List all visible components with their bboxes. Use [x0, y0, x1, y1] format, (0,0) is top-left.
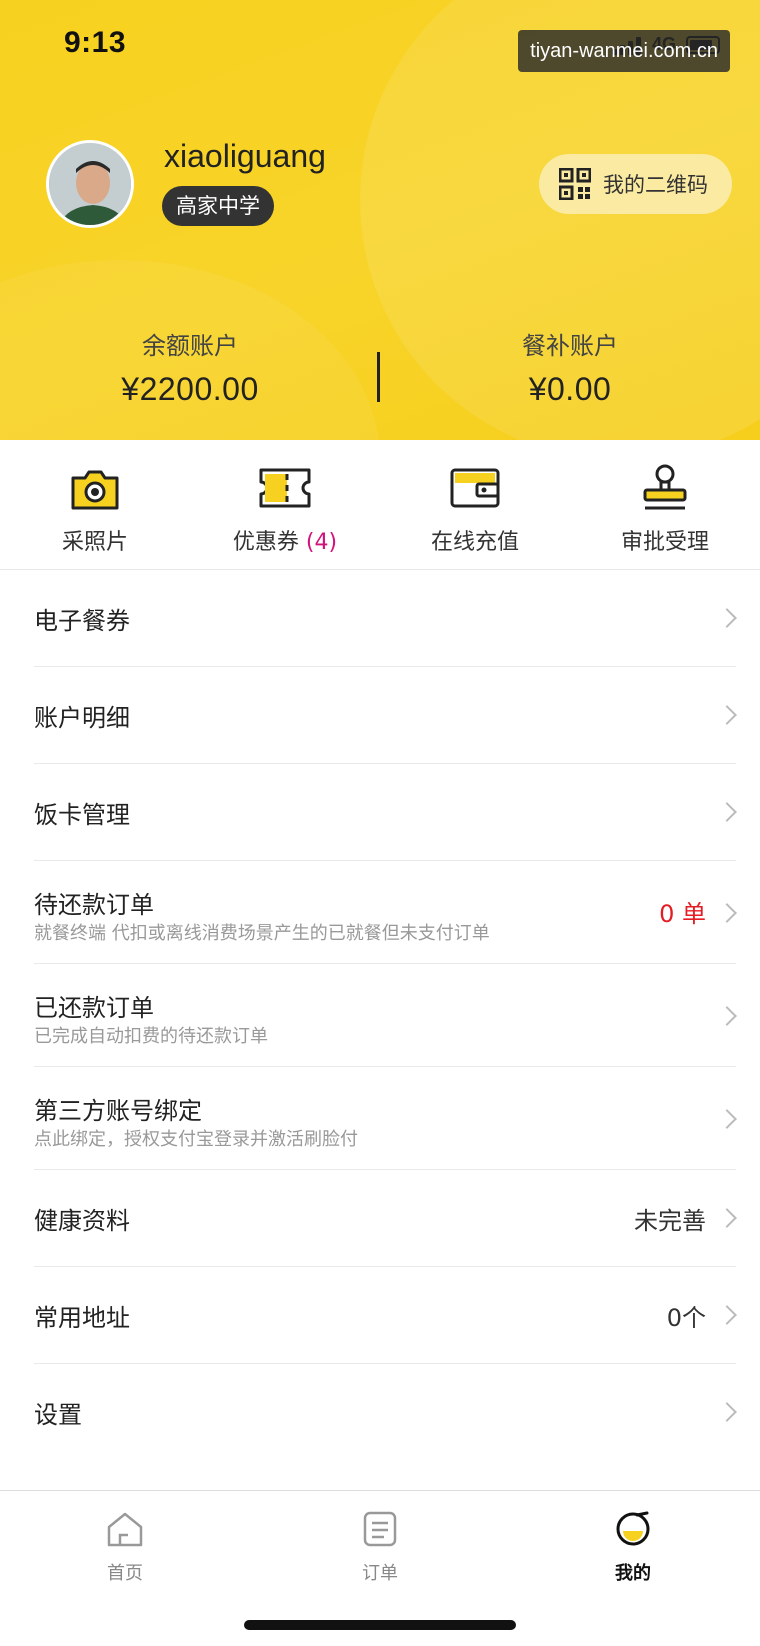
- pending-order-count: 0 单: [659, 900, 706, 928]
- menu-item-title: 电子餐券: [34, 607, 130, 635]
- tab-orders-label: 订单: [362, 1563, 398, 1584]
- chevron-right-icon: [717, 1109, 737, 1129]
- chevron-right-icon: [717, 1006, 737, 1026]
- menu-item-pending-repayment[interactable]: 待还款订单 就餐终端 代扣或离线消费场景产生的已就餐但未支付订单 0 单: [34, 861, 737, 964]
- menu-item-subtitle: 已完成自动扣费的待还款订单: [34, 1026, 268, 1047]
- mine-icon: [616, 1511, 650, 1546]
- qrcode-icon: [559, 168, 591, 200]
- chevron-right-icon: [717, 1208, 737, 1228]
- menu-list: 电子餐券 账户明细 饭卡管理 待还款订单 就餐终端 代扣或离线消费场景产生的已就…: [0, 570, 760, 1461]
- watermark: tiyan-wanmei.com.cn: [518, 30, 730, 72]
- ticket-icon: [259, 468, 311, 508]
- menu-item-third-party-binding[interactable]: 第三方账号绑定 点此绑定，授权支付宝登录并激活刷脸付: [34, 1067, 737, 1170]
- menu-item-health-profile[interactable]: 健康资料 未完善: [34, 1170, 737, 1267]
- balance-account[interactable]: 余额账户 ¥2200.00: [0, 326, 380, 408]
- menu-item-title: 饭卡管理: [34, 801, 130, 829]
- action-photo-label: 采照片: [61, 530, 128, 555]
- meal-subsidy-label: 餐补账户: [522, 332, 618, 360]
- menu-item-title: 常用地址: [34, 1304, 130, 1332]
- health-profile-status: 未完善: [634, 1207, 706, 1235]
- coupons-label-text: 优惠券: [232, 530, 299, 555]
- my-qrcode-label: 我的二维码: [603, 173, 708, 197]
- coupons-count: (4): [305, 530, 338, 555]
- avatar[interactable]: [46, 140, 134, 228]
- balance-summary: 余额账户 ¥2200.00 餐补账户 ¥0.00: [0, 326, 760, 416]
- home-icon: [107, 1512, 143, 1547]
- chevron-right-icon: [717, 608, 737, 628]
- menu-item-title: 设置: [34, 1401, 82, 1429]
- menu-item-subtitle: 点此绑定，授权支付宝登录并激活刷脸付: [34, 1129, 358, 1150]
- chevron-right-icon: [717, 903, 737, 923]
- quick-actions: 采照片 优惠券 (4) 在线充值 审批受理: [0, 440, 760, 570]
- menu-item-title: 第三方账号绑定: [34, 1097, 202, 1125]
- tab-orders[interactable]: 订单: [310, 1509, 450, 1585]
- action-approval[interactable]: 审批受理: [570, 440, 760, 569]
- chevron-right-icon: [717, 705, 737, 725]
- menu-item-title: 待还款订单: [34, 891, 154, 919]
- menu-item-title: 账户明细: [34, 704, 130, 732]
- menu-item-addresses[interactable]: 常用地址 0个: [34, 1267, 737, 1364]
- school-badge: 高家中学: [162, 186, 274, 226]
- tab-home[interactable]: 首页: [55, 1509, 195, 1585]
- menu-item-settings[interactable]: 设置: [34, 1364, 737, 1461]
- chevron-right-icon: [717, 1402, 737, 1422]
- stamp-icon: [643, 464, 687, 510]
- menu-item-meal-card[interactable]: 饭卡管理: [34, 764, 737, 861]
- camera-icon: [71, 470, 119, 510]
- menu-item-subtitle: 就餐终端 代扣或离线消费场景产生的已就餐但未支付订单: [34, 923, 490, 944]
- menu-item-repaid-orders[interactable]: 已还款订单 已完成自动扣费的待还款订单: [34, 964, 737, 1067]
- menu-item-title: 已还款订单: [34, 994, 154, 1022]
- tab-home-label: 首页: [107, 1563, 143, 1584]
- menu-item-e-meal-voucher[interactable]: 电子餐券: [34, 570, 737, 667]
- avatar-photo-icon: [49, 143, 131, 225]
- balance-account-value: ¥2200.00: [121, 371, 259, 407]
- my-qrcode-button[interactable]: 我的二维码: [539, 154, 732, 214]
- address-count: 0个: [666, 1304, 706, 1332]
- orders-icon: [363, 1511, 397, 1547]
- home-indicator[interactable]: [244, 1620, 516, 1630]
- meal-subsidy-value: ¥0.00: [528, 371, 612, 407]
- action-coupons-label: 优惠券 (4): [233, 524, 337, 556]
- action-coupons[interactable]: 优惠券 (4): [190, 440, 380, 569]
- profile-header: 9:13 4G tiyan-wanmei.com.cn xiaoliguang …: [0, 0, 760, 440]
- tab-mine-label: 我的: [615, 1563, 651, 1584]
- balance-account-label: 余额账户: [142, 332, 238, 360]
- wallet-icon: [450, 468, 500, 508]
- username: xiaoliguang: [164, 138, 326, 174]
- meal-subsidy-account[interactable]: 餐补账户 ¥0.00: [380, 326, 760, 408]
- chevron-right-icon: [717, 1305, 737, 1325]
- action-approval-label: 审批受理: [620, 530, 709, 555]
- menu-item-account-details[interactable]: 账户明细: [34, 667, 737, 764]
- action-recharge-label: 在线充值: [430, 530, 519, 555]
- action-recharge[interactable]: 在线充值: [380, 440, 570, 569]
- tab-mine[interactable]: 我的: [563, 1509, 703, 1585]
- menu-item-title: 健康资料: [34, 1207, 130, 1235]
- action-photo[interactable]: 采照片: [0, 440, 190, 569]
- status-time: 9:13: [64, 26, 127, 59]
- chevron-right-icon: [717, 802, 737, 822]
